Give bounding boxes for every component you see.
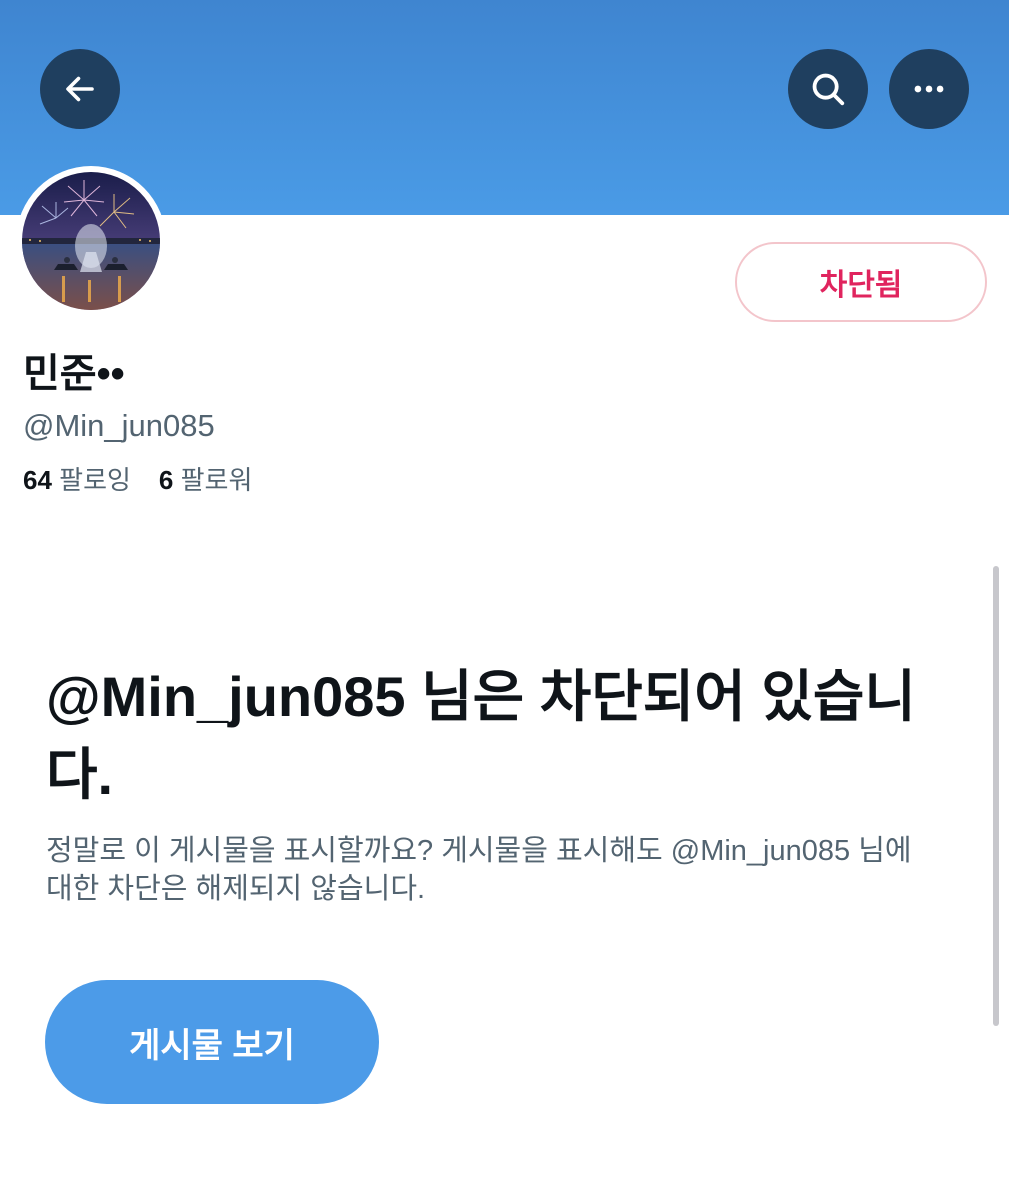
followers-label: 팔로워 xyxy=(180,465,253,495)
blocked-headline: @Min_jun085 님은 차단되어 있습니다. xyxy=(46,665,916,806)
user-handle: @Min_jun085 xyxy=(23,408,215,443)
arrow-left-icon xyxy=(62,71,98,107)
following-count: 64 xyxy=(23,465,52,495)
search-icon xyxy=(809,70,847,108)
more-options-button[interactable] xyxy=(889,49,969,129)
more-horizontal-icon xyxy=(910,70,948,108)
scrollbar[interactable] xyxy=(993,566,999,1026)
back-button[interactable] xyxy=(40,49,120,129)
blocked-button[interactable]: 차단됨 xyxy=(735,242,987,322)
blocked-description: 정말로 이 게시물을 표시할까요? 게시물을 표시해도 @Min_jun085 … xyxy=(46,835,912,905)
following-label: 팔로잉 xyxy=(59,465,131,495)
search-button[interactable] xyxy=(788,49,868,129)
followers-stat[interactable]: 6 팔로워 xyxy=(159,460,252,497)
display-name: 민준•• xyxy=(23,352,125,396)
view-posts-label: 게시물 보기 xyxy=(129,1026,295,1065)
follow-stats: 64 팔로잉 6 팔로워 xyxy=(23,460,252,497)
avatar[interactable] xyxy=(16,166,166,316)
blocked-label: 차단됨 xyxy=(819,269,903,302)
fireworks-jetski-avatar xyxy=(22,172,160,310)
following-stat[interactable]: 64 팔로잉 xyxy=(23,460,131,497)
followers-count: 6 xyxy=(158,465,174,495)
view-posts-button[interactable]: 게시물 보기 xyxy=(45,980,379,1104)
